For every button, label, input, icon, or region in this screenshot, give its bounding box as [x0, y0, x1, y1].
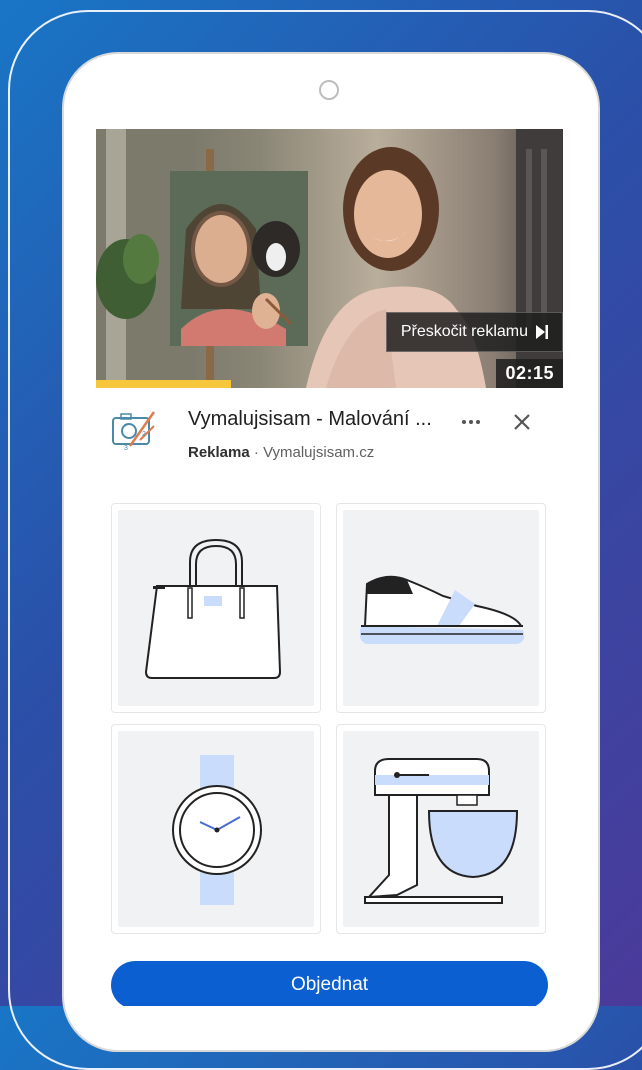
advertiser-logo[interactable]: 3 2: [110, 406, 158, 454]
svg-text:2: 2: [142, 431, 146, 438]
product-tile-sneaker[interactable]: [336, 503, 546, 713]
more-options-button[interactable]: [459, 410, 483, 434]
ad-title[interactable]: Vymalujsisam - Malování ...: [188, 408, 458, 431]
wristwatch-icon: [172, 755, 262, 905]
ad-progress-bar: [96, 380, 232, 388]
video-player[interactable]: Přeskočit reklamu 02:15: [96, 129, 563, 388]
video-duration: 02:15: [496, 359, 563, 388]
more-dot-icon: [462, 420, 466, 424]
camera-paint-logo-icon: 3 2: [112, 411, 156, 452]
skip-next-icon: [536, 325, 548, 339]
ad-meta-separator: ·: [249, 444, 264, 461]
more-dot-icon: [469, 420, 473, 424]
order-button[interactable]: Objednat: [111, 961, 548, 1006]
ad-label: Reklama: [188, 444, 250, 461]
handbag-icon: [144, 538, 282, 679]
stand-mixer-icon: [364, 758, 519, 904]
product-tile-handbag[interactable]: [111, 503, 321, 713]
skip-ad-button[interactable]: Přeskočit reklamu: [385, 312, 563, 352]
front-camera: [319, 80, 339, 100]
ad-info-row: 3 2 Vymalujsisam - Malování ... Reklama …: [96, 388, 563, 498]
close-icon[interactable]: [510, 410, 534, 434]
product-tile-mixer[interactable]: [336, 724, 546, 934]
phone-screen: Přeskočit reklamu 02:15 3 2 Vymalujsisam…: [96, 129, 563, 1006]
ad-domain[interactable]: Vymalujsisam.cz: [263, 444, 374, 461]
skip-ad-label: Přeskočit reklamu: [400, 323, 528, 340]
sneaker-icon: [359, 575, 525, 644]
svg-text:3: 3: [124, 445, 128, 452]
product-tile-watch[interactable]: [111, 724, 321, 934]
more-dot-icon: [476, 420, 480, 424]
ad-meta: Reklama · Vymalujsisam.cz: [188, 444, 374, 461]
